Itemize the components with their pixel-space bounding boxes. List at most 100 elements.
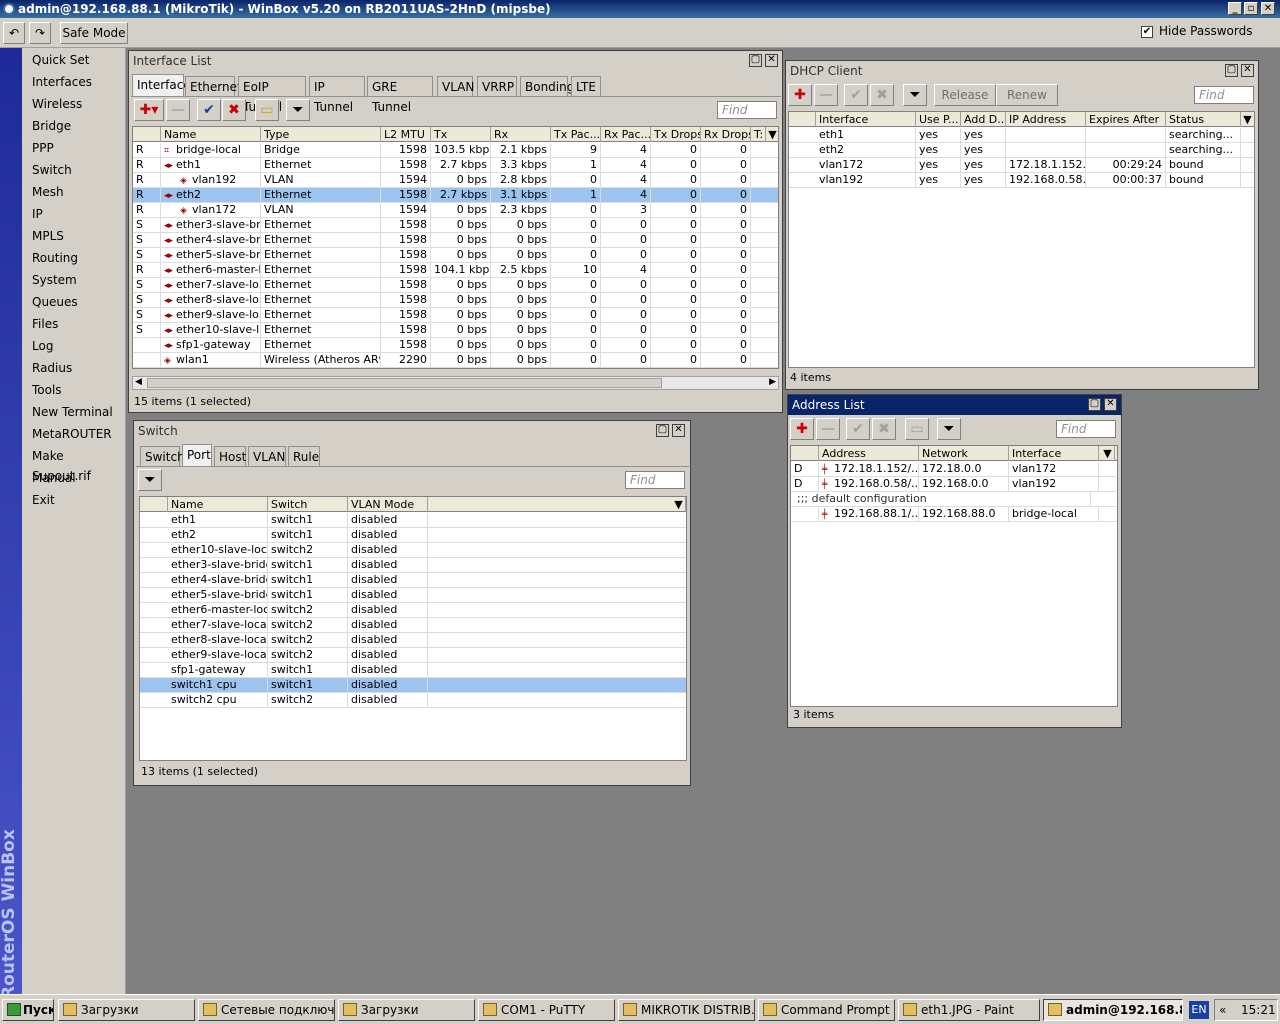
enable-icon[interactable]: ✔: [844, 84, 868, 106]
filter-icon[interactable]: ⏷: [937, 418, 961, 440]
address-row[interactable]: D ╪ 192.168.0.58/... 192.168.0.0 vlan192: [791, 477, 1117, 492]
disable-icon[interactable]: ✖: [222, 99, 246, 121]
taskbar-button[interactable]: Сетевые подключ...: [198, 999, 335, 1021]
interface-row[interactable]: S ◂▸ ether7-slave-lo... Ethernet 1598 0 bps 0 …: [133, 278, 778, 293]
switch-port-row[interactable]: eth1 switch1 disabled: [140, 513, 686, 528]
close-icon[interactable]: ✕: [1241, 64, 1254, 77]
column-header[interactable]: Interface: [816, 112, 916, 127]
tab[interactable]: Switch: [140, 446, 185, 466]
close-button[interactable]: ✕: [1261, 2, 1275, 15]
switch-port-row[interactable]: ether3-slave-bridge switch1 disabled: [140, 558, 686, 573]
column-header[interactable]: T:: [751, 127, 766, 142]
column-header[interactable]: Tx Drops: [651, 127, 701, 142]
tab[interactable]: Rule: [288, 446, 320, 466]
column-menu-icon[interactable]: ▼: [1101, 446, 1115, 461]
switch-port-row[interactable]: switch1 cpu switch1 disabled: [140, 678, 686, 693]
switch-port-row[interactable]: ether4-slave-bridge switch1 disabled: [140, 573, 686, 588]
menu-item[interactable]: Switch: [32, 160, 120, 180]
menu-item[interactable]: Quick Set: [32, 50, 120, 70]
menu-item[interactable]: Interfaces: [32, 72, 120, 92]
column-header[interactable]: Tx Pac...: [551, 127, 601, 142]
start-button[interactable]: Пуск: [2, 999, 54, 1021]
interface-row[interactable]: S ◂▸ ether10-slave-l... Ethernet 1598 0 bps 0 …: [133, 323, 778, 338]
menu-item[interactable]: Routing: [32, 248, 120, 268]
interface-row[interactable]: R ◈ vlan192 VLAN 1594 0 bps 2.8 kbps 0 4 0 0: [133, 173, 778, 188]
close-icon[interactable]: ✕: [1104, 398, 1117, 411]
menu-item[interactable]: Wireless: [32, 94, 120, 114]
tab[interactable]: EoIP Tunnel: [238, 76, 306, 114]
interface-row[interactable]: ◈ wlan1 Wireless (Atheros AR9... 2290 0 bps 0…: [133, 353, 778, 368]
disable-icon[interactable]: ✖: [870, 84, 894, 106]
filter-icon[interactable]: ⏷: [286, 99, 310, 121]
column-header[interactable]: Tx: [431, 127, 491, 142]
column-header[interactable]: VLAN Mode: [348, 497, 428, 512]
remove-icon[interactable]: —: [166, 99, 190, 121]
menu-item[interactable]: Bridge: [32, 116, 120, 136]
column-header[interactable]: Add D...: [961, 112, 1006, 127]
column-menu-icon[interactable]: ▼: [1241, 112, 1254, 127]
dhcp-row[interactable]: eth2 yes yes searching...: [789, 143, 1254, 158]
interface-row[interactable]: S ◂▸ ether3-slave-br... Ethernet 1598 0 bps 0 …: [133, 218, 778, 233]
find-input[interactable]: Find: [625, 471, 685, 489]
safe-mode-button[interactable]: Safe Mode: [60, 22, 128, 44]
comment-icon[interactable]: ▭: [905, 418, 929, 440]
switch-port-row[interactable]: eth2 switch1 disabled: [140, 528, 686, 543]
restore-icon[interactable]: ▢: [749, 54, 762, 67]
disable-icon[interactable]: ✖: [872, 418, 896, 440]
tab[interactable]: LTE: [571, 76, 601, 96]
menu-item[interactable]: PPP: [32, 138, 120, 158]
interface-row[interactable]: ◂▸ sfp1-gateway Ethernet 1598 0 bps 0 bps 0 0 0 0: [133, 338, 778, 353]
menu-item[interactable]: Mesh: [32, 182, 120, 202]
column-header[interactable]: L2 MTU: [381, 127, 431, 142]
column-header[interactable]: Expires After: [1086, 112, 1166, 127]
enable-icon[interactable]: ✔: [197, 99, 221, 121]
column-header[interactable]: Network: [919, 446, 1009, 461]
address-row[interactable]: D ╪ 172.18.1.152/... 172.18.0.0 vlan172: [791, 462, 1117, 477]
column-header[interactable]: Use P...: [916, 112, 961, 127]
switch-port-row[interactable]: ether10-slave-local switch2 disabled: [140, 543, 686, 558]
remove-icon[interactable]: —: [816, 418, 840, 440]
restore-icon[interactable]: ▢: [1225, 64, 1238, 77]
switch-port-row[interactable]: ether8-slave-local switch2 disabled: [140, 633, 686, 648]
tab[interactable]: GRE Tunnel: [367, 76, 433, 114]
redo-button[interactable]: ↷: [29, 22, 51, 44]
column-header[interactable]: Type: [261, 127, 381, 142]
filter-icon[interactable]: ⏷: [138, 469, 162, 491]
column-header[interactable]: Rx Pac...: [601, 127, 651, 142]
interface-row[interactable]: R ⌗ bridge-local Bridge 1598 103.5 kbps 2.1 kb…: [133, 143, 778, 158]
tab[interactable]: Port: [182, 444, 212, 466]
taskbar-button[interactable]: COM1 - PuTTY: [478, 999, 615, 1021]
add-icon[interactable]: ✚▾: [134, 99, 164, 121]
menu-item[interactable]: Log: [32, 336, 120, 356]
menu-item[interactable]: IP: [32, 204, 120, 224]
expand-tray-icon[interactable]: «: [1219, 1003, 1226, 1017]
filter-icon[interactable]: ⏷: [903, 84, 927, 106]
menu-item[interactable]: System: [32, 270, 120, 290]
maximize-button[interactable]: ▫: [1244, 2, 1258, 15]
column-header[interactable]: Interface: [1009, 446, 1099, 461]
menu-item[interactable]: Exit: [32, 490, 120, 510]
comment-icon[interactable]: ▭: [255, 99, 279, 121]
column-header[interactable]: IP Address: [1006, 112, 1086, 127]
undo-button[interactable]: ↶: [3, 22, 25, 44]
menu-item[interactable]: Make Supout.rif: [32, 446, 120, 483]
address-row[interactable]: ╪ 192.168.88.1/... 192.168.88.0 bridge-loca…: [791, 507, 1117, 522]
dhcp-row[interactable]: vlan192 yes yes 192.168.0.58... 00:00:37 boun…: [789, 173, 1254, 188]
taskbar-button[interactable]: admin@192.168.8...: [1043, 999, 1183, 1021]
tab[interactable]: Bonding: [520, 76, 574, 96]
find-input[interactable]: Find: [1194, 86, 1254, 104]
column-header[interactable]: Rx Drops: [701, 127, 751, 142]
menu-item[interactable]: MPLS: [32, 226, 120, 246]
tab[interactable]: VLAN: [248, 446, 286, 466]
dhcp-row[interactable]: eth1 yes yes searching...: [789, 128, 1254, 143]
interface-row[interactable]: R ◂▸ eth1 Ethernet 1598 2.7 kbps 3.3 kbps 1 4 0 0: [133, 158, 778, 173]
minimize-button[interactable]: _: [1228, 2, 1242, 15]
taskbar-button[interactable]: MIKROTIK DISTRIB...: [618, 999, 755, 1021]
switch-port-row[interactable]: sfp1-gateway switch1 disabled: [140, 663, 686, 678]
remove-icon[interactable]: —: [814, 84, 838, 106]
menu-item[interactable]: Manual: [32, 468, 120, 488]
find-input[interactable]: Find: [717, 101, 777, 119]
language-indicator[interactable]: EN: [1189, 1001, 1209, 1019]
interface-row[interactable]: S ◂▸ ether4-slave-br... Ethernet 1598 0 bps 0 …: [133, 233, 778, 248]
menu-item[interactable]: MetaROUTER: [32, 424, 120, 444]
